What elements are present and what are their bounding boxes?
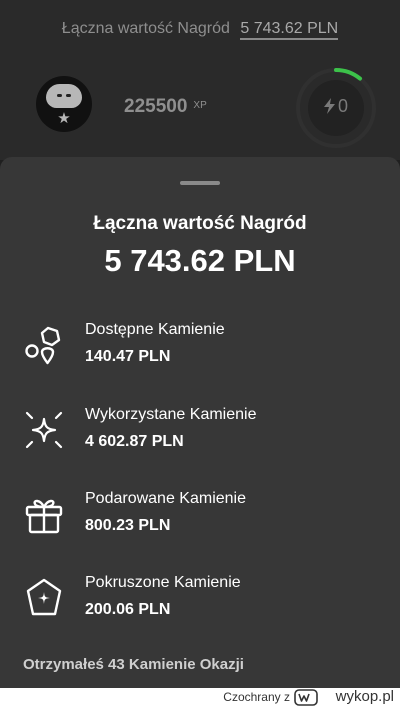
avatar-eye-left	[57, 94, 62, 97]
row-gifted-stones: Podarowane Kamienie 800.23 PLN	[0, 486, 400, 546]
star-icon: ★	[57, 110, 71, 127]
row-label: Wykorzystane Kamienie	[85, 406, 257, 423]
gift-icon	[25, 499, 63, 534]
watermark-bar: Czochrany z wykop.pl	[0, 688, 400, 707]
watermark-user: Czochrany z	[223, 690, 290, 704]
row-available-stones: Dostępne Kamienie 140.47 PLN	[0, 317, 400, 377]
watermark-site: wykop.pl	[335, 688, 394, 705]
top-header: Łączna wartość Nagród 5 743.62 PLN ★ 225…	[0, 0, 400, 160]
wykop-logo-icon	[294, 689, 318, 706]
occasion-stones-note: Otrzymałeś 43 Kamienie Okazji	[23, 656, 244, 673]
xp-unit: XP	[193, 100, 207, 111]
sparkle-icon	[25, 411, 63, 449]
sheet-total-value: 5 743.62 PLN	[104, 243, 296, 278]
energy-meter[interactable]: 0	[294, 66, 378, 150]
stones-icon	[25, 326, 61, 365]
lightning-icon	[323, 98, 335, 114]
xp-value: 225500	[124, 96, 188, 117]
row-amount: 200.06 PLN	[85, 601, 171, 618]
row-amount: 800.23 PLN	[85, 517, 171, 534]
row-label: Pokruszone Kamienie	[85, 574, 241, 591]
energy-display: 0	[294, 96, 378, 117]
row-label: Podarowane Kamienie	[85, 490, 246, 507]
sheet-title: Łączna wartość Nagród	[93, 213, 307, 234]
crushed-stone-icon	[26, 578, 62, 616]
avatar-eye-right	[66, 94, 71, 97]
total-rewards-label: Łączna wartość Nagród	[61, 20, 230, 37]
energy-value: 0	[337, 96, 348, 116]
row-label: Dostępne Kamienie	[85, 321, 225, 338]
xp-display: 225500 XP	[124, 96, 207, 118]
total-rewards-line[interactable]: Łączna wartość Nagród 5 743.62 PLN	[0, 20, 400, 40]
avatar[interactable]: ★	[36, 76, 92, 132]
total-rewards-value[interactable]: 5 743.62 PLN	[240, 20, 339, 40]
row-amount: 4 602.87 PLN	[85, 433, 184, 450]
row-amount: 140.47 PLN	[85, 348, 171, 365]
row-used-stones: Wykorzystane Kamienie 4 602.87 PLN	[0, 402, 400, 462]
sheet-drag-handle[interactable]	[180, 181, 220, 185]
row-crushed-stones: Pokruszone Kamienie 200.06 PLN	[0, 570, 400, 630]
avatar-blob-icon	[46, 84, 82, 108]
rewards-sheet: Łączna wartość Nagród 5 743.62 PLN Dostę…	[0, 157, 400, 688]
